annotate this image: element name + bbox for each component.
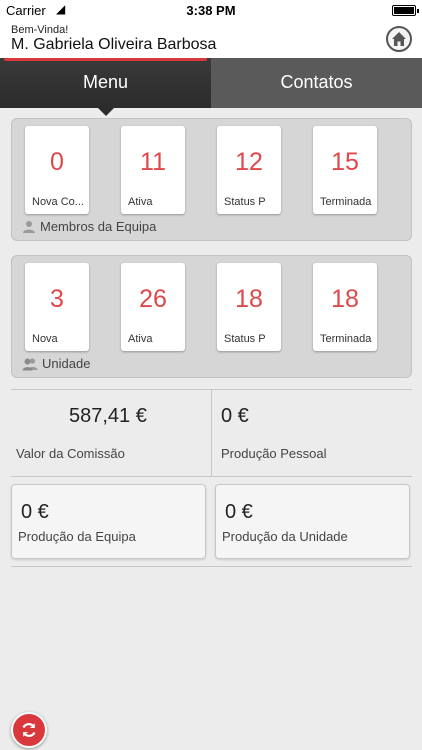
commission-metric: 587,41 € Valor da Comissão: [0, 390, 211, 476]
card-count: 18: [331, 285, 359, 313]
unit-caption-label: Unidade: [42, 356, 91, 371]
card-label: Status P: [224, 333, 266, 345]
personal-production-value: 0 €: [221, 405, 249, 427]
team-production-box[interactable]: 0 € Produção da Equipa: [11, 484, 206, 559]
team-card-active[interactable]: 11 Ativa: [121, 126, 185, 214]
home-button[interactable]: [386, 26, 412, 52]
team-card-new[interactable]: 0 Nova Co...: [25, 126, 89, 214]
home-icon: [392, 32, 406, 46]
card-count: 11: [140, 148, 166, 176]
commission-label: Valor da Comissão: [16, 446, 125, 461]
unit-card-status-p[interactable]: 18 Status P: [217, 263, 281, 351]
unit-card-active[interactable]: 26 Ativa: [121, 263, 185, 351]
unit-group: 3 Nova 26 Ativa 18 Status P 18 Terminada…: [11, 255, 412, 378]
app-header: Bem-Vinda! M. Gabriela Oliveira Barbosa: [0, 20, 422, 58]
tab-menu[interactable]: Menu: [0, 58, 211, 116]
card-label: Ativa: [128, 196, 153, 208]
card-count: 3: [50, 285, 64, 313]
battery-icon: [392, 5, 419, 16]
refresh-button[interactable]: [11, 712, 47, 748]
unit-card-new[interactable]: 3 Nova: [25, 263, 89, 351]
card-count: 15: [331, 148, 359, 176]
team-members-group: 0 Nova Co... 11 Ativa 12 Status P 15 Ter…: [11, 118, 412, 241]
team-members-caption-label: Membros da Equipa: [40, 219, 157, 234]
card-label: Terminada: [320, 196, 372, 208]
unit-production-label: Produção da Unidade: [222, 529, 348, 544]
card-count: 12: [235, 148, 263, 176]
team-members-caption: Membros da Equipa: [22, 219, 156, 234]
user-name: M. Gabriela Oliveira Barbosa: [11, 36, 217, 53]
welcome-text: Bem-Vinda!: [11, 24, 69, 36]
tab-contacts[interactable]: Contatos: [211, 58, 422, 108]
card-label: Nova Co...: [32, 196, 84, 208]
card-count: 26: [139, 285, 167, 313]
card-label: Terminada: [320, 333, 372, 345]
person-icon: [23, 221, 35, 233]
card-label: Status P: [224, 196, 266, 208]
unit-caption: Unidade: [22, 356, 90, 371]
status-bar: Carrier ◢ 3:38 PM: [0, 0, 422, 20]
unit-card-terminated[interactable]: 18 Terminada: [313, 263, 377, 351]
commission-value: 587,41 €: [69, 405, 147, 427]
personal-production-metric: 0 € Produção Pessoal: [212, 390, 422, 476]
section-divider: [11, 476, 412, 477]
card-count: 18: [235, 285, 263, 313]
status-time: 3:38 PM: [186, 3, 236, 18]
personal-production-label: Produção Pessoal: [221, 446, 327, 461]
card-label: Ativa: [128, 333, 153, 345]
team-production-label: Produção da Equipa: [18, 529, 136, 544]
team-card-status-p[interactable]: 12 Status P: [217, 126, 281, 214]
unit-production-value: 0 €: [225, 501, 253, 523]
team-card-terminated[interactable]: 15 Terminada: [313, 126, 377, 214]
unit-production-box[interactable]: 0 € Produção da Unidade: [215, 484, 410, 559]
card-count: 0: [50, 148, 64, 176]
team-production-value: 0 €: [21, 501, 49, 523]
refresh-icon: [22, 723, 36, 737]
card-label: Nova: [32, 333, 58, 345]
group-icon: [22, 358, 38, 371]
section-divider: [11, 566, 412, 567]
tab-bar: Menu Contatos: [0, 58, 422, 116]
